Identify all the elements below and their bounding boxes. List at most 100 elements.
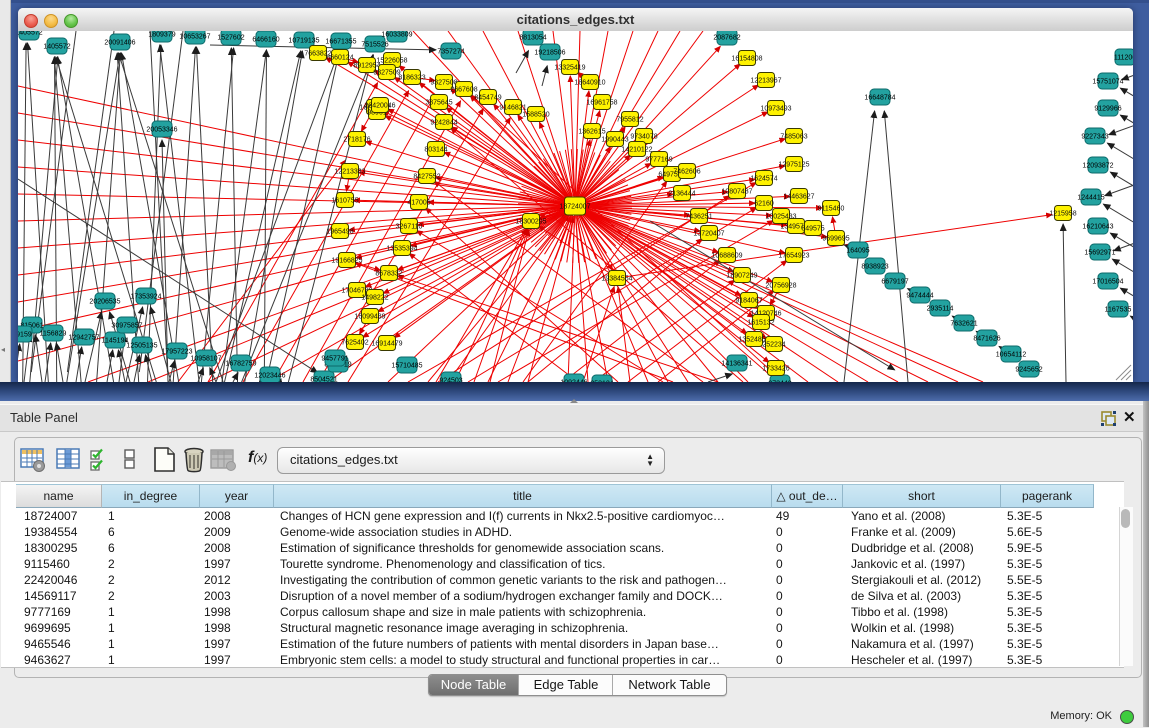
svg-text:8454749: 8454749	[474, 95, 501, 102]
svg-text:1405572: 1405572	[18, 31, 43, 37]
svg-text:9777169: 9777169	[645, 157, 672, 164]
svg-text:9734078: 9734078	[630, 134, 657, 141]
svg-text:7625402: 7625402	[341, 340, 368, 347]
svg-text:10807487: 10807487	[721, 189, 752, 196]
svg-text:12505135: 12505135	[126, 343, 157, 350]
svg-text:10653267: 10653267	[179, 34, 210, 41]
svg-text:62160: 62160	[754, 201, 774, 208]
svg-text:13720407: 13720407	[693, 231, 724, 238]
svg-text:1498222: 1498222	[361, 295, 388, 302]
svg-text:1244415: 1244415	[1077, 195, 1104, 202]
svg-text:417006: 417006	[407, 200, 430, 207]
svg-text:2718176: 2718176	[343, 137, 370, 144]
svg-text:39159: 39159	[18, 332, 32, 339]
svg-text:9457791: 9457791	[321, 356, 348, 363]
svg-text:15710485: 15710485	[391, 363, 422, 370]
svg-text:8813054: 8813054	[519, 35, 546, 42]
svg-text:8427552: 8427552	[413, 174, 440, 181]
svg-text:19166825: 19166825	[331, 258, 362, 265]
svg-text:22420046: 22420046	[364, 103, 395, 110]
svg-text:7632621: 7632621	[950, 321, 977, 328]
svg-text:15226058: 15226058	[376, 58, 407, 65]
svg-text:1167535: 1167535	[1105, 307, 1132, 314]
svg-text:1156829: 1156829	[40, 331, 67, 338]
svg-text:7515526: 7515526	[361, 42, 388, 49]
svg-text:1624574: 1624574	[750, 176, 777, 183]
svg-text:30975857: 30975857	[111, 323, 142, 330]
svg-text:14136341: 14136341	[721, 361, 752, 368]
svg-text:7357274: 7357274	[437, 49, 464, 56]
svg-text:164095: 164095	[846, 248, 869, 255]
svg-text:3267110: 3267110	[396, 224, 423, 231]
svg-text:12093872: 12093872	[1082, 163, 1113, 170]
svg-text:15751074: 15751074	[1092, 79, 1123, 86]
svg-text:1362615: 1362615	[578, 129, 605, 136]
svg-text:16154808: 16154808	[731, 56, 762, 63]
svg-text:18300295: 18300295	[515, 219, 546, 226]
svg-text:16648784: 16648784	[864, 95, 895, 102]
svg-text:13325419: 13325419	[554, 65, 585, 72]
svg-text:2667608: 2667608	[450, 87, 477, 94]
svg-text:7955812: 7955812	[616, 117, 643, 124]
svg-text:16099489: 16099489	[354, 314, 385, 321]
svg-text:18724007: 18724007	[559, 204, 590, 211]
svg-text:9184067: 9184067	[735, 298, 762, 305]
svg-text:18907249: 18907249	[726, 273, 757, 280]
svg-text:9327509: 9327509	[373, 70, 400, 77]
svg-text:8186323: 8186323	[398, 75, 425, 82]
svg-text:12023446: 12023446	[254, 373, 285, 380]
svg-text:12213967: 12213967	[750, 78, 781, 85]
svg-text:10654112: 10654112	[996, 352, 1027, 359]
svg-text:9474444: 9474444	[906, 293, 933, 300]
svg-text:20091406: 20091406	[104, 40, 135, 47]
svg-text:16961758: 16961758	[586, 100, 617, 107]
svg-text:1405572: 1405572	[43, 44, 70, 51]
svg-text:20053346: 20053346	[146, 127, 177, 134]
svg-text:8660124: 8660124	[326, 55, 353, 62]
svg-text:12213383: 12213383	[334, 169, 365, 176]
svg-text:1588520: 1588520	[522, 112, 549, 119]
svg-text:6466160: 6466160	[252, 37, 279, 44]
svg-text:252234: 252234	[762, 342, 785, 349]
svg-text:9227343: 9227343	[1081, 134, 1108, 141]
svg-text:19384554: 19384554	[601, 276, 632, 283]
svg-text:7436251: 7436251	[685, 214, 712, 221]
svg-text:16210643: 16210643	[1082, 224, 1113, 231]
svg-text:17957223: 17957223	[161, 349, 192, 356]
svg-text:1145194: 1145194	[102, 338, 129, 345]
svg-text:1610755: 1610755	[331, 198, 358, 205]
svg-text:9129966: 9129966	[1094, 106, 1121, 113]
svg-text:14210122: 14210122	[621, 147, 652, 154]
svg-text:9327508: 9327508	[430, 80, 457, 87]
svg-text:17353924: 17353924	[130, 294, 161, 301]
svg-text:14463627: 14463627	[783, 194, 814, 201]
svg-text:9146821: 9146821	[499, 105, 526, 112]
svg-text:1733426: 1733426	[762, 366, 789, 373]
svg-text:10973493: 10973493	[760, 106, 791, 113]
svg-text:1615132: 1615132	[747, 320, 774, 327]
svg-text:10958107: 10958107	[190, 356, 221, 363]
svg-text:1215958: 1215958	[1049, 211, 1076, 218]
svg-text:10719135: 10719135	[288, 38, 319, 45]
svg-text:1809379: 1809379	[148, 32, 175, 39]
svg-text:9115460: 9115460	[818, 206, 845, 213]
svg-text:9699695: 9699695	[822, 236, 849, 243]
svg-text:8678332: 8678332	[375, 271, 402, 278]
svg-text:849575: 849575	[801, 226, 824, 233]
svg-text:3875645: 3875645	[425, 100, 452, 107]
svg-text:1990443: 1990443	[601, 137, 628, 144]
svg-text:12942757: 12942757	[68, 335, 99, 342]
svg-text:7462606: 7462606	[673, 169, 700, 176]
svg-text:2087682: 2087682	[713, 35, 740, 42]
svg-text:18640910: 18640910	[574, 80, 605, 87]
svg-text:13535394: 13535394	[386, 246, 417, 253]
svg-text:2935114: 2935114	[927, 306, 954, 313]
svg-text:2136444: 2136444	[668, 191, 695, 198]
svg-text:10688609: 10688609	[711, 253, 742, 260]
svg-text:803144: 803144	[424, 147, 447, 154]
svg-text:12975125: 12975125	[778, 162, 809, 169]
svg-text:16782759: 16782759	[225, 361, 256, 368]
svg-text:16914479: 16914479	[371, 341, 402, 348]
svg-text:9242844: 9242844	[430, 120, 457, 127]
svg-text:16671355: 16671355	[325, 39, 356, 46]
